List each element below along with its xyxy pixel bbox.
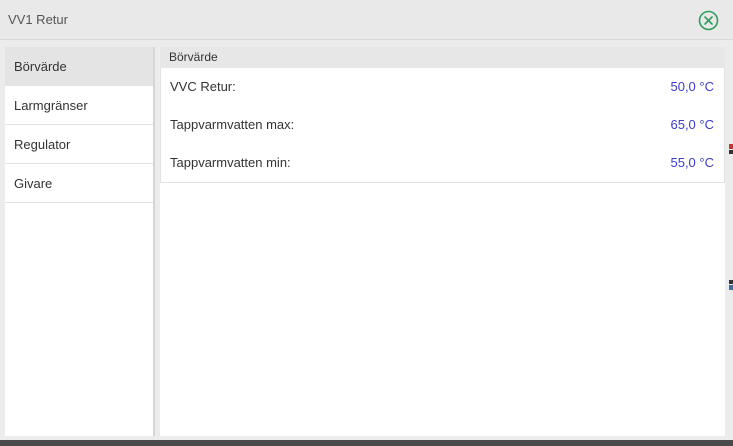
setpoint-row-tappvarmvatten-min: Tappvarmvatten min: 55,0 °C [161, 144, 724, 182]
sidebar-item-regulator[interactable]: Regulator [5, 125, 153, 164]
background-fragment [729, 144, 733, 154]
setpoint-value[interactable]: 50,0 °C [670, 68, 714, 106]
close-circle-icon [698, 10, 719, 31]
setpoint-list: VVC Retur: 50,0 °C Tappvarmvatten max: 6… [160, 68, 725, 183]
section-title: Börvärde [160, 47, 725, 68]
background-fragment [729, 280, 733, 290]
dialog-header: VV1 Retur [0, 0, 733, 40]
setpoint-row-vvc-retur: VVC Retur: 50,0 °C [161, 68, 724, 106]
sidebar-item-larmgranser[interactable]: Larmgränser [5, 86, 153, 125]
background-strip [0, 440, 733, 446]
setpoint-dialog: VV1 Retur Börvärde Larmgränser Regulator… [0, 0, 733, 440]
content-panel: Börvärde VVC Retur: 50,0 °C Tappvarmvatt… [160, 47, 725, 436]
close-button[interactable] [698, 10, 719, 31]
sidebar-item-givare[interactable]: Givare [5, 164, 153, 203]
setpoint-label: Tappvarmvatten min: [170, 155, 291, 170]
setpoint-value[interactable]: 65,0 °C [670, 106, 714, 144]
setpoint-value[interactable]: 55,0 °C [670, 144, 714, 182]
dialog-title: VV1 Retur [8, 12, 68, 27]
sidebar-menu: Börvärde Larmgränser Regulator Givare [5, 47, 155, 436]
setpoint-row-tappvarmvatten-max: Tappvarmvatten max: 65,0 °C [161, 106, 724, 144]
setpoint-label: Tappvarmvatten max: [170, 117, 295, 132]
sidebar-item-borvarde[interactable]: Börvärde [5, 47, 153, 86]
setpoint-label: VVC Retur: [170, 79, 236, 94]
